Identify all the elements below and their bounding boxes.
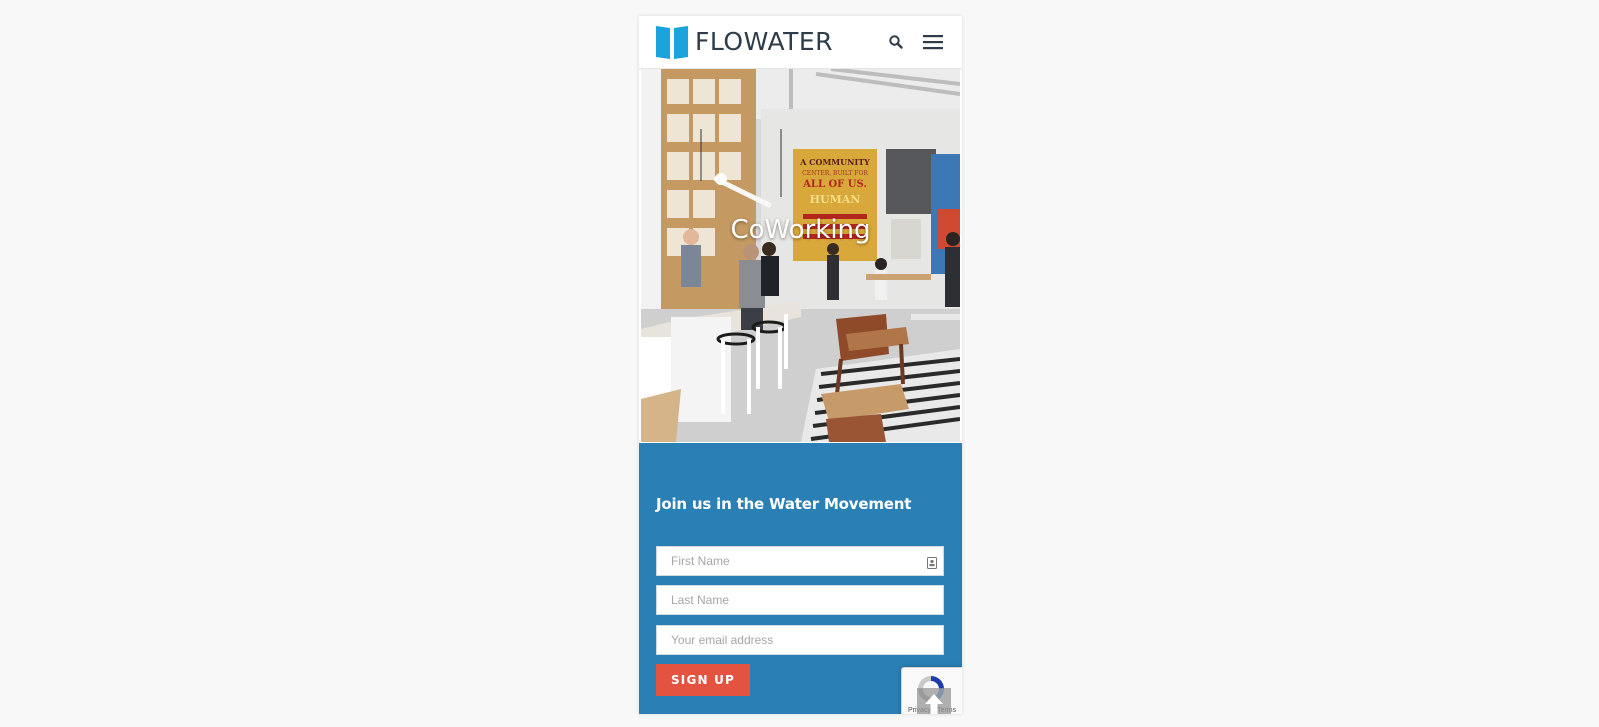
poster-text-line: CENTER, BUILT FOR — [802, 170, 868, 177]
mobile-viewport: FLOWATER A COMMUNITY CENTER, BUILT FOR A… — [639, 16, 962, 714]
last-name-field[interactable] — [656, 585, 944, 615]
poster-text-line: HUMAN — [810, 193, 861, 206]
flowater-logo[interactable]: FLOWATER — [655, 24, 833, 60]
hamburger-menu-icon[interactable] — [922, 33, 944, 51]
coworking-interior-photo: A COMMUNITY CENTER, BUILT FOR ALL OF US.… — [641, 69, 960, 442]
email-field[interactable] — [656, 625, 944, 655]
site-header: FLOWATER — [639, 16, 962, 69]
first-name-field[interactable] — [656, 546, 944, 576]
hero-banner[interactable]: A COMMUNITY CENTER, BUILT FOR ALL OF US.… — [641, 69, 960, 442]
poster-text-line: ALL OF US. — [802, 179, 867, 190]
arrow-up-icon — [925, 694, 943, 714]
search-icon[interactable] — [888, 34, 904, 50]
back-to-top-button[interactable] — [917, 688, 951, 714]
contact-card-icon[interactable] — [927, 556, 937, 569]
hero-title: CoWorking — [730, 215, 871, 245]
signup-heading: Join us in the Water Movement — [656, 495, 912, 513]
flowater-logo-icon — [655, 24, 690, 60]
sign-up-button[interactable]: SIGN UP — [656, 664, 750, 696]
newsletter-signup: Join us in the Water Movement SIGN UP — [639, 443, 962, 714]
poster-text-line: A COMMUNITY — [799, 157, 870, 167]
brand-name: FLOWATER — [695, 27, 834, 56]
